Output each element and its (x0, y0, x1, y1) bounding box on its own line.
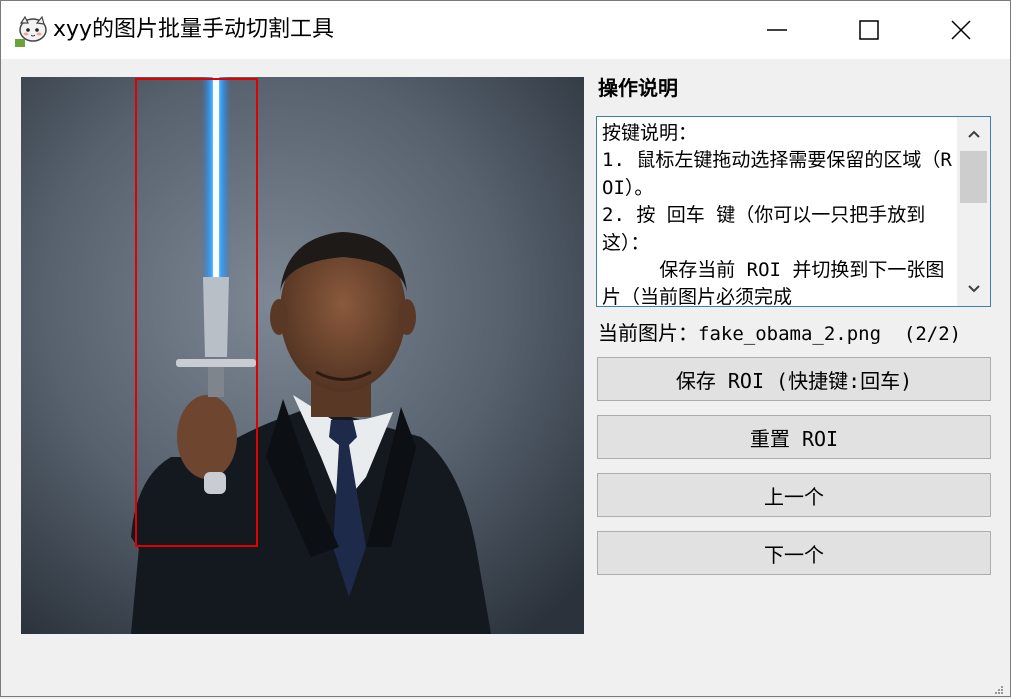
maximize-button[interactable] (823, 1, 915, 59)
scroll-up-button[interactable] (957, 117, 990, 151)
minimize-icon (767, 29, 787, 31)
current-image-status: 当前图片：fake_obama_2.png (2/2) (598, 318, 961, 349)
close-icon (951, 20, 971, 40)
reset-roi-button[interactable]: 重置 ROI (597, 415, 991, 459)
instructions-scrollbar[interactable] (957, 117, 990, 306)
maximize-icon (859, 20, 879, 40)
instructions-textbox[interactable]: 按键说明： 1. 鼠标左键拖动选择需要保留的区域（ROI）。 2. 按 回车 键… (596, 116, 991, 307)
current-image-label: 当前图片： (598, 321, 698, 345)
image-canvas[interactable] (21, 77, 584, 634)
app-icon (15, 13, 49, 47)
save-roi-button[interactable]: 保存 ROI (快捷键:回车) (597, 357, 991, 401)
current-image-filename: fake_obama_2.png (698, 323, 882, 345)
instructions-heading: 操作说明 (598, 76, 678, 100)
resize-grip-icon[interactable] (994, 680, 1004, 694)
minimize-button[interactable] (731, 1, 823, 59)
scroll-down-button[interactable] (957, 272, 990, 306)
window-title: xyy的图片批量手动切割工具 (53, 17, 335, 42)
title-bar[interactable]: xyy的图片批量手动切割工具 (1, 1, 1010, 59)
previous-button[interactable]: 上一个 (597, 473, 991, 517)
scrollbar-thumb[interactable] (960, 151, 987, 203)
close-button[interactable] (915, 1, 1007, 59)
chevron-up-icon (967, 130, 980, 138)
next-button[interactable]: 下一个 (597, 531, 991, 575)
app-window: xyy的图片批量手动切割工具 操作说明 按键说明： 1. 鼠标左键拖动选择需要保… (0, 0, 1011, 697)
current-image-counter: (2/2) (903, 323, 962, 345)
instructions-text: 按键说明： 1. 鼠标左键拖动选择需要保留的区域（ROI）。 2. 按 回车 键… (602, 122, 952, 307)
chevron-down-icon (967, 285, 980, 293)
image-preview (21, 77, 584, 634)
